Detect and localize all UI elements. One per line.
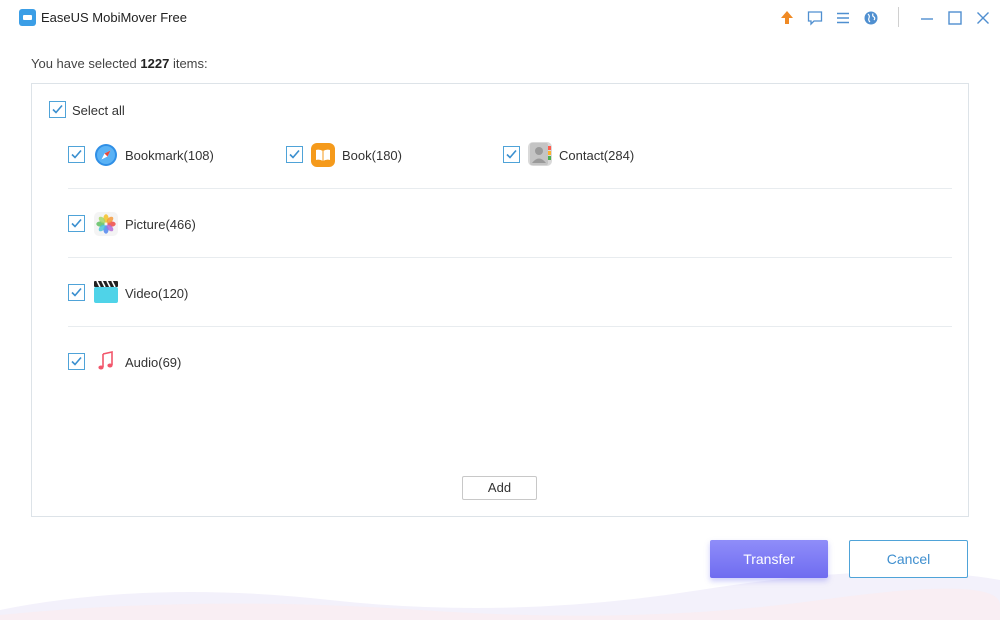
picture-checkbox[interactable] bbox=[68, 215, 85, 232]
category-label-book: Book(180) bbox=[342, 148, 402, 163]
category-label-picture: Picture(466) bbox=[125, 217, 196, 232]
feedback-icon[interactable] bbox=[806, 9, 824, 27]
upgrade-icon[interactable] bbox=[778, 9, 796, 27]
minimize-icon[interactable] bbox=[918, 9, 936, 27]
selected-count: 1227 bbox=[140, 56, 170, 71]
music-icon bbox=[98, 351, 113, 370]
title-bar: EaseUS MobiMover Free bbox=[0, 0, 1000, 36]
safari-icon bbox=[95, 144, 117, 166]
maximize-icon[interactable] bbox=[946, 9, 964, 27]
app-title: EaseUS MobiMover Free bbox=[41, 10, 187, 25]
close-icon[interactable] bbox=[974, 9, 992, 27]
selection-summary: You have selected 1227 items: bbox=[31, 56, 208, 71]
book-checkbox[interactable] bbox=[286, 146, 303, 163]
transfer-button[interactable]: Transfer bbox=[710, 540, 828, 578]
row-divider bbox=[68, 326, 952, 327]
category-panel: Select all Bookmark(108) Book(180) Conta… bbox=[31, 83, 969, 517]
contacts-icon bbox=[528, 142, 552, 166]
category-label-audio: Audio(69) bbox=[125, 355, 182, 370]
bookmark-checkbox[interactable] bbox=[68, 146, 85, 163]
row-divider bbox=[68, 257, 952, 258]
select-all-checkbox[interactable] bbox=[49, 101, 66, 118]
category-label-contact: Contact(284) bbox=[559, 148, 635, 163]
video-icon bbox=[94, 280, 118, 303]
contact-checkbox[interactable] bbox=[503, 146, 520, 163]
cancel-button[interactable]: Cancel bbox=[849, 540, 968, 578]
category-label-bookmark: Bookmark(108) bbox=[125, 148, 214, 163]
row-divider bbox=[68, 188, 952, 189]
add-button[interactable]: Add bbox=[462, 476, 537, 500]
photos-icon bbox=[94, 212, 118, 236]
language-icon[interactable] bbox=[862, 9, 880, 27]
books-icon bbox=[311, 143, 335, 167]
menu-icon[interactable] bbox=[834, 9, 852, 27]
select-all-label: Select all bbox=[72, 103, 125, 118]
title-separator bbox=[898, 7, 899, 27]
app-logo-icon bbox=[19, 9, 36, 26]
audio-checkbox[interactable] bbox=[68, 353, 85, 370]
category-label-video: Video(120) bbox=[125, 286, 189, 301]
video-checkbox[interactable] bbox=[68, 284, 85, 301]
